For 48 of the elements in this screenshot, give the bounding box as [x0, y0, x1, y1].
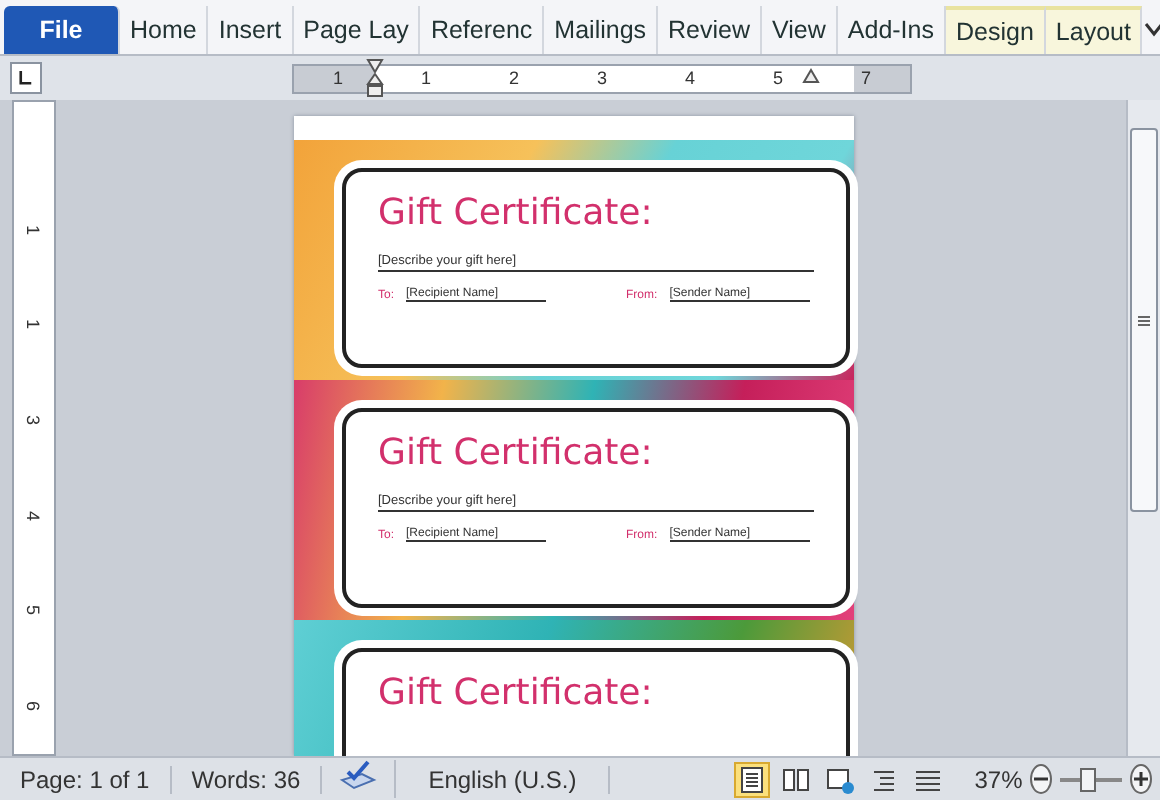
ribbon-tab[interactable]: Page Lay [293, 6, 421, 54]
ribbon-tab[interactable]: View [762, 6, 838, 54]
right-indent-marker-icon[interactable] [802, 67, 820, 83]
zoom-in-button[interactable] [1130, 764, 1152, 794]
ribbon-tab[interactable]: Mailings [544, 6, 659, 54]
tab-stop-icon[interactable] [10, 62, 42, 94]
certificate-title: Gift Certificate: [378, 432, 655, 474]
ruler-number: 6 [24, 701, 44, 712]
plus-icon [1132, 770, 1150, 788]
scrollbar-thumb[interactable] [1130, 128, 1158, 512]
certificate-title: Gift Certificate: [378, 672, 655, 714]
web-view-icon [824, 763, 857, 795]
ribbon-tab[interactable]: Layout [1045, 6, 1143, 54]
word-count[interactable]: Words: 36 [171, 765, 323, 793]
ruler-number: 1 [24, 319, 44, 330]
ribbon-tab[interactable]: Home [120, 6, 209, 54]
vertical-scrollbar[interactable] [1126, 100, 1160, 756]
reading-view-icon [780, 763, 813, 795]
zoom-out-button[interactable] [1030, 764, 1053, 794]
ribbon-tab[interactable]: Referenc [420, 6, 545, 54]
zoom-slider-thumb[interactable] [1080, 767, 1097, 791]
horizontal-ruler[interactable]: 1 1 2 3 4 5 7 [292, 63, 912, 93]
ruler-number: 2 [508, 68, 519, 88]
ruler-number: 4 [684, 68, 695, 88]
ruler-number: 4 [24, 510, 44, 521]
proofing-check-icon[interactable] [338, 760, 379, 792]
page-count[interactable]: Page: 1 of 1 [0, 765, 172, 793]
ribbon-tab[interactable]: File [4, 6, 120, 54]
language-indicator[interactable]: English (U.S.) [396, 765, 611, 793]
print-view-icon [736, 763, 769, 795]
vertical-ruler[interactable]: 1 1 3 4 5 6 [12, 100, 56, 756]
ruler-number: 1 [332, 68, 343, 88]
ruler-number: 1 [420, 68, 431, 88]
print-view-button[interactable] [734, 761, 771, 797]
ribbon-tab[interactable]: Review [658, 6, 763, 54]
ruler-number: 3 [24, 415, 44, 426]
indent-marker-icon[interactable] [366, 57, 384, 97]
ruler-number: 1 [24, 224, 44, 235]
zoom-level[interactable]: 37% [974, 765, 1023, 793]
ruler-number: 5 [24, 605, 44, 616]
certificate-title: Gift Certificate: [378, 192, 655, 234]
grip-icon [1138, 315, 1150, 325]
ribbon-tab[interactable]: Insert [208, 6, 294, 54]
chevron-icon[interactable] [1142, 20, 1160, 40]
ribbon-tab[interactable]: Design [946, 6, 1046, 54]
ruler-number: 7 [860, 68, 871, 88]
ruler-number: 5 [772, 68, 783, 88]
ruler-number: 3 [596, 68, 607, 88]
